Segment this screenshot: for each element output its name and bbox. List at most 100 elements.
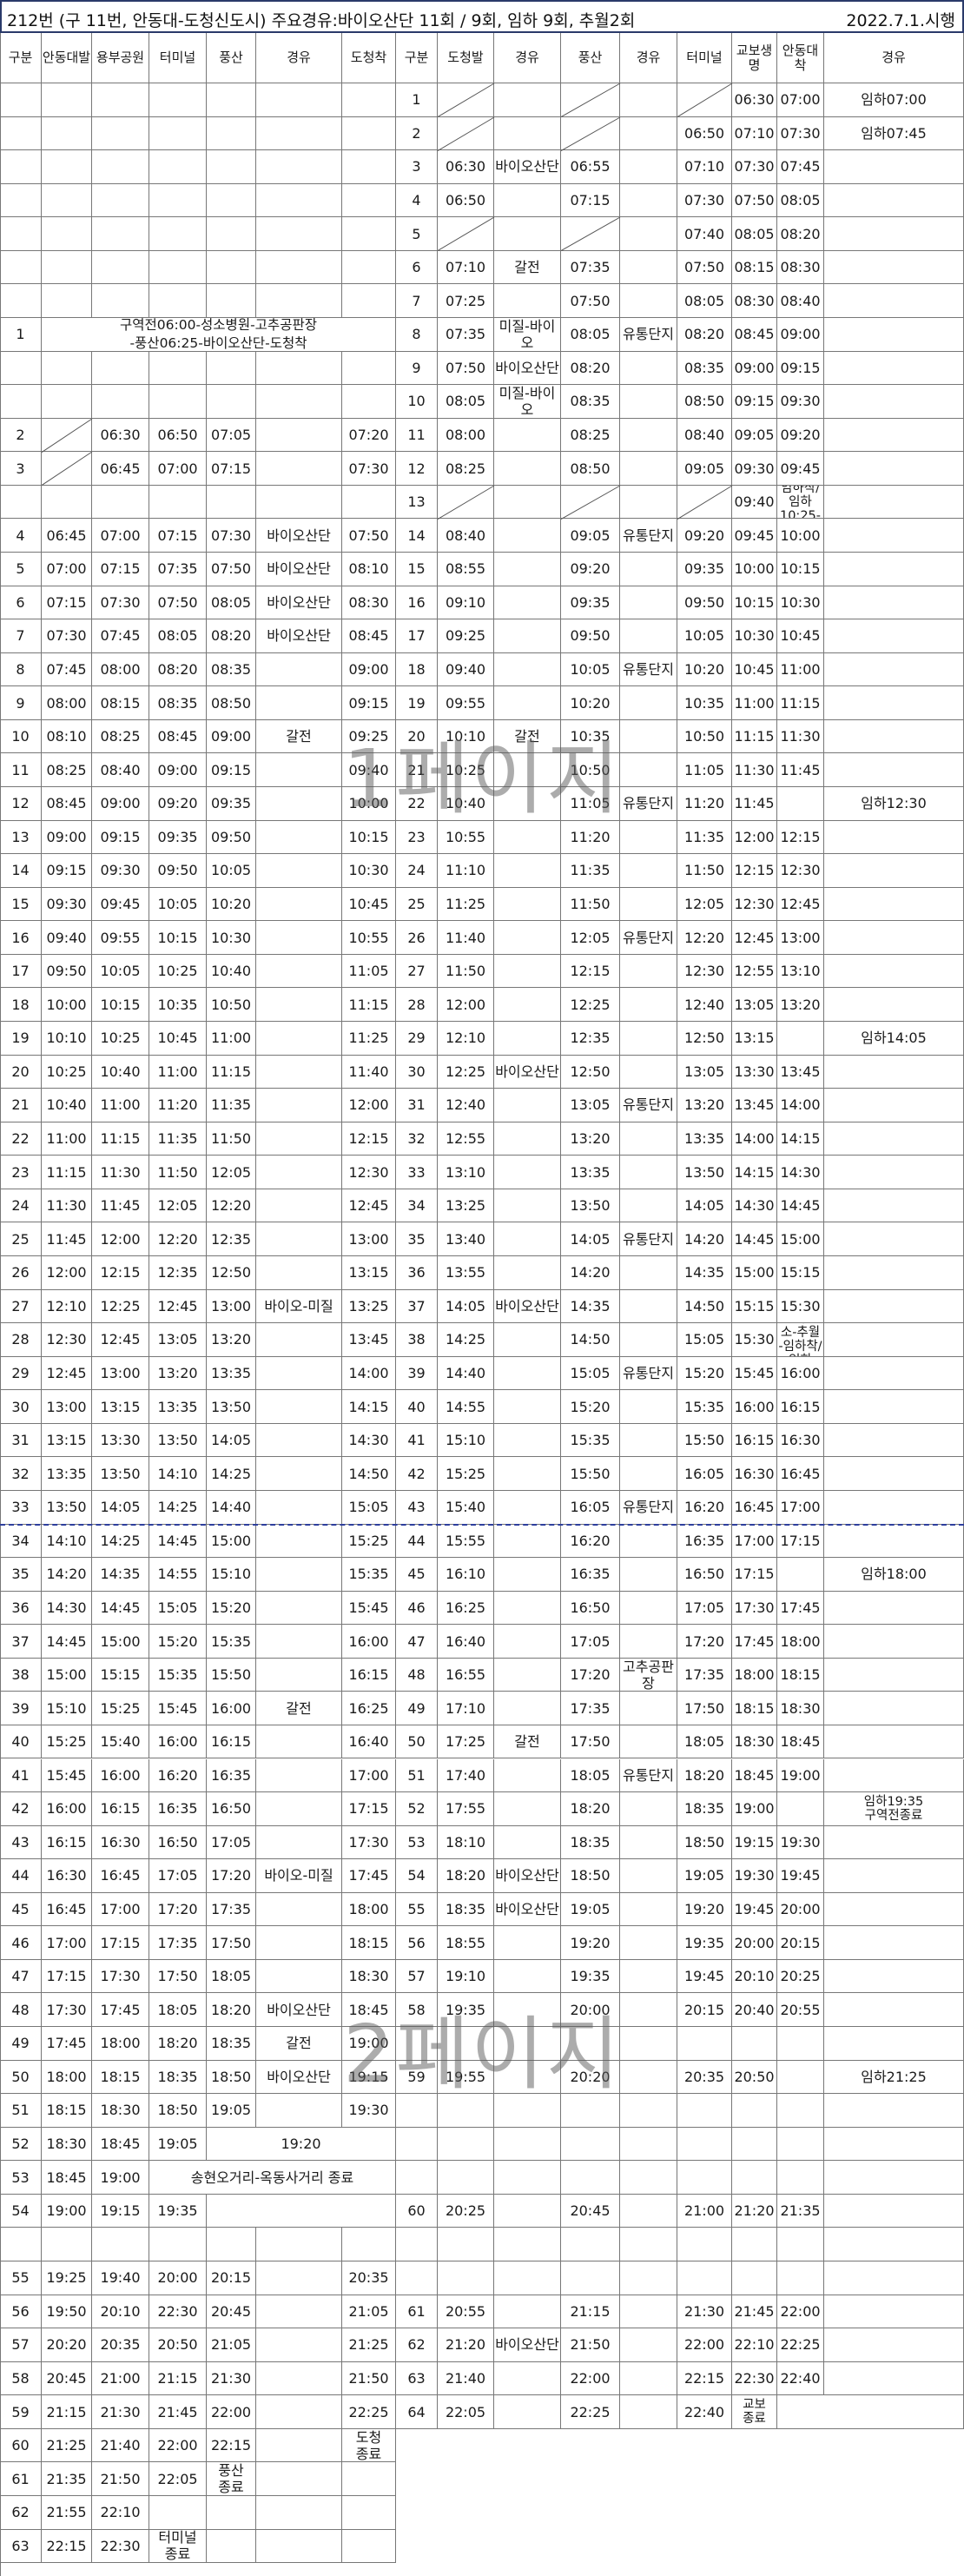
pungsan-cell xyxy=(561,2127,620,2162)
kyobo-cell: 13:45 xyxy=(732,1089,777,1122)
via2-cell xyxy=(620,1825,677,1860)
via1-cell xyxy=(494,2361,561,2396)
via2-cell xyxy=(620,1926,677,1960)
via2-cell: 고추공판장 xyxy=(620,1658,677,1692)
via1-cell xyxy=(494,1222,561,1256)
terminal-cell: 09:35 xyxy=(677,552,732,586)
andong-dep-cell: 11:45 xyxy=(42,1222,92,1256)
andong-dep-cell: 15:10 xyxy=(42,1692,92,1725)
andong-dep-cell: 17:15 xyxy=(42,1959,92,1994)
docheong-dep-cell: 08:05 xyxy=(438,385,494,419)
via2-cell xyxy=(620,1156,677,1189)
docheong-arr-cell xyxy=(342,150,396,184)
kyobo-cell: 15:00 xyxy=(732,1255,777,1290)
via1-cell xyxy=(494,1323,561,1357)
terminal-cell: 18:50 xyxy=(677,1825,732,1860)
via3-cell xyxy=(824,250,964,285)
andong-dep-cell: 13:15 xyxy=(42,1423,92,1458)
pungsan-cell: 18:05 xyxy=(207,1959,256,1994)
yongbu-cell: 12:15 xyxy=(92,1255,149,1290)
via2-cell xyxy=(620,1122,677,1156)
andong-dep-cell: 07:30 xyxy=(42,619,92,653)
row1-route-note: 구역전06:00-성소병원-고추공판장 -풍산06:25-바이오산단-도청착 xyxy=(42,317,396,352)
andong-arr-cell: 07:30 xyxy=(777,116,824,151)
via2-cell xyxy=(620,753,677,787)
via-cell xyxy=(256,652,342,687)
via3-cell xyxy=(824,1189,964,1223)
via2-cell xyxy=(620,988,677,1022)
pungsan-cell: 13:20 xyxy=(561,1122,620,1156)
row-no: 44 xyxy=(0,1859,42,1893)
via-cell xyxy=(256,1926,342,1960)
docheong-arr-cell: 12:45 xyxy=(342,1189,396,1223)
docheong-dep-cell: 17:10 xyxy=(438,1692,494,1725)
row-no: 48 xyxy=(396,1658,438,1692)
docheong-arr-cell: 13:00 xyxy=(342,1222,396,1256)
terminal-cell: 17:50 xyxy=(677,1692,732,1725)
pungsan-cell: 08:35 xyxy=(561,385,620,419)
via2-cell xyxy=(620,217,677,251)
via1-cell xyxy=(494,2228,561,2262)
yongbu-cell: 07:30 xyxy=(92,586,149,620)
andong-arr-cell: 17:45 xyxy=(777,1591,824,1626)
via3-cell xyxy=(824,2027,964,2061)
docheong-dep-cell: 22:05 xyxy=(438,2395,494,2429)
via-cell xyxy=(256,753,342,787)
pungsan-cell: 21:05 xyxy=(207,2328,256,2362)
via-cell: 갈전 xyxy=(256,719,342,754)
andong-arr-cell: 13:00 xyxy=(777,921,824,955)
docheong-arr-cell: 10:55 xyxy=(342,921,396,955)
pungsan-cell: 08:25 xyxy=(561,418,620,453)
via-cell: 갈전 xyxy=(256,2027,342,2061)
via1-cell: 갈전 xyxy=(494,1725,561,1759)
kyobo-cell: 08:45 xyxy=(732,317,777,352)
docheong-arr-cell: 14:15 xyxy=(342,1390,396,1424)
terminal-cell: 06:50 xyxy=(149,418,207,453)
andong-dep-cell: 16:45 xyxy=(42,1892,92,1927)
docheong-arr-cell: 17:45 xyxy=(342,1859,396,1893)
via2-cell: 유통단지 xyxy=(620,921,677,955)
via1-cell xyxy=(494,1457,561,1491)
yongbu-cell: 11:00 xyxy=(92,1089,149,1122)
terminal-cell: 12:40 xyxy=(677,988,732,1022)
docheong-dep-cell: 12:00 xyxy=(438,988,494,1022)
terminal-cell: 13:05 xyxy=(677,1055,732,1089)
via-cell xyxy=(256,183,342,218)
docheong-arr-cell: 11:05 xyxy=(342,954,396,989)
via-cell xyxy=(256,2228,342,2262)
row-no xyxy=(0,385,42,419)
andong-arr-cell: 08:30 xyxy=(777,250,824,285)
header-right-kyobo: 교보생명 xyxy=(732,33,777,83)
via-cell: 바이오산단 xyxy=(256,519,342,553)
via3-cell xyxy=(824,2194,964,2228)
pungsan-cell: 18:35 xyxy=(561,1825,620,1860)
pungsan-cell xyxy=(207,2529,256,2564)
terminal-cell: 11:50 xyxy=(149,1156,207,1189)
terminal-cell: 15:50 xyxy=(677,1423,732,1458)
via2-cell xyxy=(620,150,677,184)
terminal-cell xyxy=(149,2228,207,2262)
via-cell xyxy=(256,1625,342,1659)
via3-cell xyxy=(824,1892,964,1927)
row-no: 62 xyxy=(396,2328,438,2362)
row-no: 31 xyxy=(396,1089,438,1122)
docheong-dep-cell: 21:20 xyxy=(438,2328,494,2362)
andong-arr-cell: 12:45 xyxy=(777,887,824,922)
pungsan-cell: 09:50 xyxy=(207,820,256,855)
pungsan-cell: 15:20 xyxy=(207,1591,256,1626)
yongbu-cell: 18:00 xyxy=(92,2027,149,2061)
via2-cell xyxy=(620,1189,677,1223)
docheong-dep-cell: 17:40 xyxy=(438,1758,494,1793)
yongbu-cell: 21:50 xyxy=(92,2462,149,2497)
via2-cell xyxy=(620,2261,677,2295)
row-no: 6 xyxy=(0,586,42,620)
pungsan-cell: 11:00 xyxy=(207,1021,256,1056)
header-right-via2: 경유 xyxy=(620,33,677,83)
yongbu-cell: 09:45 xyxy=(92,887,149,922)
yongbu-cell: 19:40 xyxy=(92,2261,149,2295)
terminal-cell xyxy=(149,351,207,386)
terminal-cell: 12:20 xyxy=(149,1222,207,1256)
via1-cell xyxy=(494,988,561,1022)
via-cell xyxy=(256,1524,342,1559)
via2-cell xyxy=(620,686,677,720)
